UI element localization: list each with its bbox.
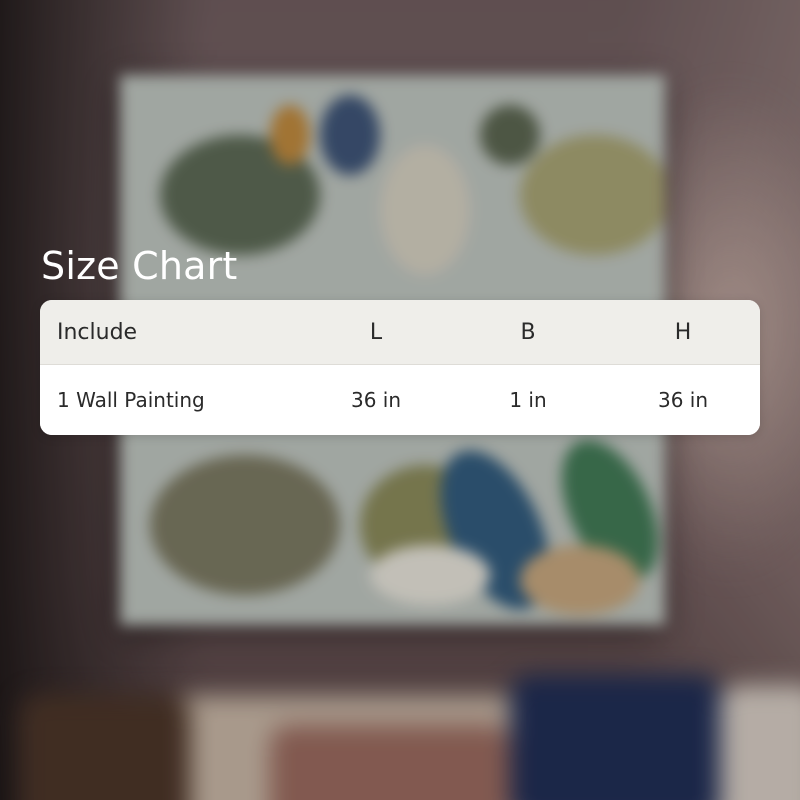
page-title: Size Chart <box>41 244 238 288</box>
header-include: Include <box>57 319 138 345</box>
cell-include: 1 Wall Painting <box>57 388 205 412</box>
table-row: 1 Wall Painting 36 in 1 in 36 in <box>40 365 760 435</box>
size-chart-table: Include L B H 1 Wall Painting 36 in 1 in… <box>40 300 760 435</box>
table-header-row: Include L B H <box>40 300 760 365</box>
